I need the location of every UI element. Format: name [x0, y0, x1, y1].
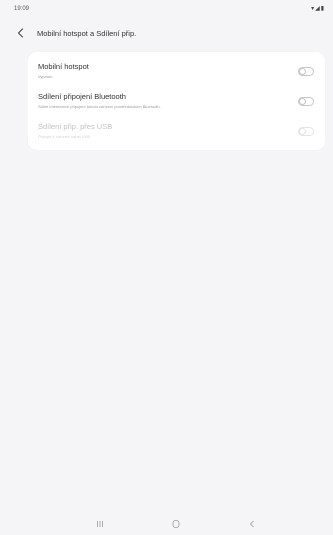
- recents-icon[interactable]: [93, 518, 107, 530]
- mobile-hotspot-toggle[interactable]: [298, 67, 314, 76]
- setting-title: Sdílení připojení Bluetooth: [38, 92, 126, 101]
- setting-mobile-hotspot[interactable]: Mobilní hotspot Vypnuto: [28, 58, 325, 88]
- setting-title: Mobilní hotspot: [38, 62, 89, 71]
- setting-subtitle: Vypnuto: [38, 74, 53, 79]
- setting-usb-tethering: Sdílení přip. přes USB Připojte k zaříze…: [28, 118, 325, 148]
- toggle-knob: [299, 98, 306, 105]
- status-icons: ▾◢▮: [311, 6, 325, 12]
- setting-subtitle: Připojte k zařízení kabel USB.: [38, 134, 92, 139]
- usb-tethering-toggle: [298, 127, 314, 136]
- toggle-knob: [299, 68, 306, 75]
- setting-title: Sdílení přip. přes USB: [38, 122, 113, 131]
- setting-bluetooth-tethering[interactable]: Sdílení připojení Bluetooth Sdílet inter…: [28, 88, 325, 118]
- nav-back-icon[interactable]: [245, 518, 259, 530]
- setting-subtitle: Sdílet internetové připojení tohoto zaří…: [38, 104, 161, 109]
- back-arrow-icon[interactable]: [14, 26, 28, 40]
- status-time: 19:09: [14, 6, 30, 12]
- status-bar: 19:09 ▾◢▮: [0, 0, 333, 22]
- page-title: Mobilní hotspot a Sdílení přip.: [37, 29, 137, 38]
- navigation-bar: [0, 514, 333, 535]
- home-icon[interactable]: [169, 518, 183, 530]
- app-header: Mobilní hotspot a Sdílení přip.: [0, 24, 333, 44]
- bluetooth-tethering-toggle[interactable]: [298, 97, 314, 106]
- settings-card: Mobilní hotspot Vypnuto Sdílení připojen…: [28, 52, 325, 150]
- toggle-knob: [299, 128, 306, 135]
